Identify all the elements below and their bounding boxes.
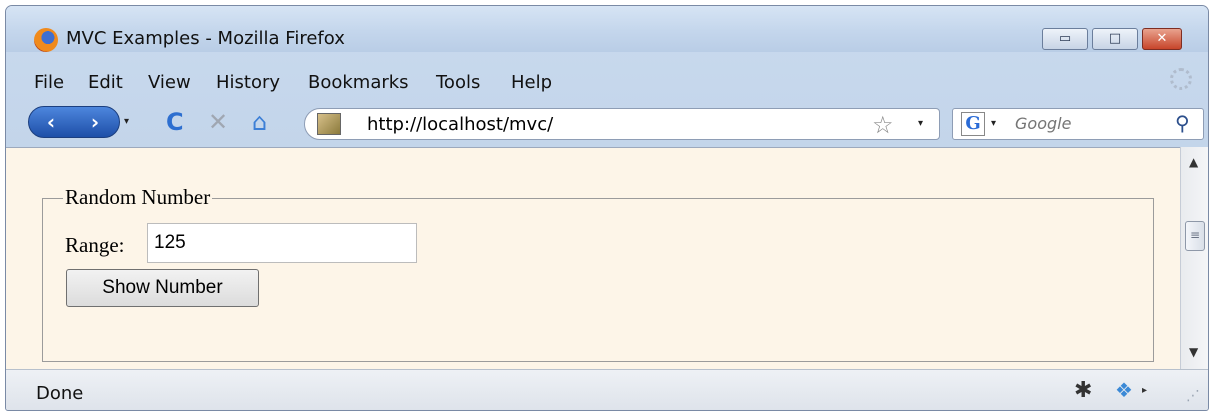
menu-bookmarks[interactable]: Bookmarks xyxy=(308,72,409,93)
show-number-button[interactable]: Show Number xyxy=(66,269,259,307)
bookmark-star-icon[interactable]: ☆ xyxy=(872,111,894,139)
menu-help[interactable]: Help xyxy=(511,72,552,93)
menu-view[interactable]: View xyxy=(148,72,191,93)
google-engine-icon[interactable]: G xyxy=(961,112,985,136)
stop-button[interactable]: ✕ xyxy=(208,109,228,135)
menu-history[interactable]: History xyxy=(216,72,280,93)
grip-icon: ≡ xyxy=(1190,228,1201,242)
menu-tools[interactable]: Tools xyxy=(436,72,480,93)
addon-icon[interactable]: ❖ xyxy=(1115,378,1133,402)
back-forward-group: ‹ › xyxy=(28,106,120,138)
loading-throbber-icon xyxy=(1170,68,1192,90)
search-engine-dropdown-icon[interactable]: ▾ xyxy=(991,118,996,129)
search-bar: G ▾ ⚲ xyxy=(952,108,1204,140)
page-content: Random Number Range: Show Number xyxy=(6,147,1180,370)
forward-button[interactable]: › xyxy=(81,109,109,135)
home-button[interactable]: ⌂ xyxy=(252,109,267,135)
search-icon[interactable]: ⚲ xyxy=(1175,111,1190,135)
range-label: Range: xyxy=(65,233,125,257)
menu-file[interactable]: File xyxy=(34,72,64,93)
fieldset-legend: Random Number xyxy=(63,185,213,210)
window-title: MVC Examples - Mozilla Firefox xyxy=(66,28,345,49)
close-icon: ✕ xyxy=(1156,31,1168,46)
url-bar[interactable]: http://localhost/mvc/ ☆ ▾ xyxy=(304,108,940,140)
status-bar: Done ✱ ❖ ▸ ⋰ xyxy=(6,369,1208,410)
bug-icon[interactable]: ✱ xyxy=(1074,378,1092,403)
url-dropdown-icon[interactable]: ▾ xyxy=(918,118,923,129)
maximize-button[interactable]: □ xyxy=(1092,28,1138,50)
scroll-up-icon[interactable]: ▲ xyxy=(1189,155,1198,169)
firefox-logo-icon xyxy=(34,28,58,52)
history-dropdown-icon[interactable]: ▾ xyxy=(124,116,129,127)
menu-edit[interactable]: Edit xyxy=(88,72,123,93)
close-button[interactable]: ✕ xyxy=(1142,28,1182,50)
status-text: Done xyxy=(36,383,84,404)
browser-window: MVC Examples - Mozilla Firefox ▭ □ ✕ Fil… xyxy=(5,5,1209,411)
search-input[interactable] xyxy=(1015,114,1165,133)
maximize-icon: □ xyxy=(1108,31,1122,46)
minimize-icon: ▭ xyxy=(1058,31,1072,46)
addon-dropdown-icon[interactable]: ▸ xyxy=(1142,385,1147,396)
menu-bar: File Edit View History Bookmarks Tools H… xyxy=(6,66,1208,96)
title-bar[interactable]: MVC Examples - Mozilla Firefox ▭ □ ✕ xyxy=(6,6,1208,52)
reload-button[interactable]: C xyxy=(166,109,184,135)
resize-grip-icon[interactable]: ⋰ xyxy=(1186,388,1200,404)
site-favicon-icon xyxy=(317,113,341,135)
scroll-down-icon[interactable]: ▼ xyxy=(1189,345,1198,359)
scroll-thumb[interactable]: ≡ xyxy=(1185,221,1205,251)
minimize-button[interactable]: ▭ xyxy=(1042,28,1088,50)
vertical-scrollbar[interactable]: ▲ ≡ ▼ xyxy=(1180,147,1208,369)
back-button[interactable]: ‹ xyxy=(37,109,65,135)
range-input[interactable] xyxy=(147,223,417,263)
random-number-fieldset: Random Number Range: Show Number xyxy=(42,185,1154,362)
url-text[interactable]: http://localhost/mvc/ xyxy=(367,114,553,135)
